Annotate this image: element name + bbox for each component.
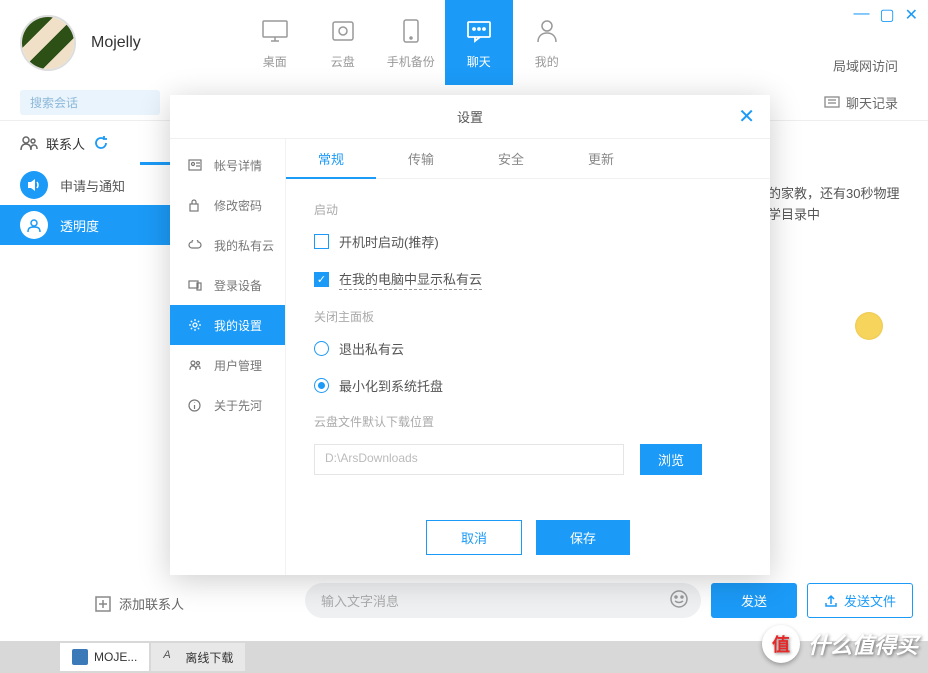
startup-section-label: 启动: [314, 201, 742, 218]
settings-modal: 设置 ✕ 帐号详情 修改密码 我的私有云 登录设备 我的设置 用户管理 关于先河…: [170, 95, 770, 575]
modal-tab-general[interactable]: 常规: [286, 139, 376, 178]
download-loc-section-label: 云盘文件默认下载位置: [314, 413, 742, 430]
modal-content: 启动 开机时启动(推荐) 在我的电脑中显示私有云 关闭主面板 退出私有云: [286, 179, 770, 493]
exit-cloud-radio[interactable]: [314, 341, 329, 356]
modal-header: 设置 ✕: [170, 95, 770, 139]
id-card-icon: [188, 159, 204, 171]
devices-icon: [188, 279, 204, 291]
modal-close-button[interactable]: ✕: [738, 104, 755, 129]
modal-title: 设置: [457, 107, 483, 126]
modal-overlay: 设置 ✕ 帐号详情 修改密码 我的私有云 登录设备 我的设置 用户管理 关于先河…: [0, 0, 928, 673]
modal-side-about[interactable]: 关于先河: [170, 385, 285, 425]
show-cloud-checkbox[interactable]: [314, 272, 329, 287]
modal-main: 常规 传输 安全 更新 启动 开机时启动(推荐) 在我的电脑中显示私有云 关: [286, 139, 770, 575]
modal-side-password[interactable]: 修改密码: [170, 185, 285, 225]
lock-icon: [188, 198, 204, 212]
exit-cloud-radio-row[interactable]: 退出私有云: [314, 339, 742, 358]
close-panel-section-label: 关闭主面板: [314, 308, 742, 325]
modal-tab-update[interactable]: 更新: [556, 139, 646, 178]
modal-tab-security[interactable]: 安全: [466, 139, 556, 178]
modal-side-devices[interactable]: 登录设备: [170, 265, 285, 305]
download-path-input[interactable]: D:\ArsDownloads: [314, 444, 624, 475]
minimize-tray-radio-row[interactable]: 最小化到系统托盘: [314, 376, 742, 395]
cloud-small-icon: [188, 240, 204, 250]
modal-sidebar: 帐号详情 修改密码 我的私有云 登录设备 我的设置 用户管理 关于先河: [170, 139, 286, 575]
startup-checkbox[interactable]: [314, 234, 329, 249]
modal-side-cloud[interactable]: 我的私有云: [170, 225, 285, 265]
cancel-button[interactable]: 取消: [426, 520, 522, 555]
gear-icon: [188, 318, 204, 332]
modal-side-users[interactable]: 用户管理: [170, 345, 285, 385]
modal-side-account[interactable]: 帐号详情: [170, 145, 285, 185]
save-button[interactable]: 保存: [536, 520, 630, 555]
minimize-tray-radio[interactable]: [314, 378, 329, 393]
show-cloud-checkbox-row[interactable]: 在我的电脑中显示私有云: [314, 269, 742, 290]
info-icon: [188, 399, 204, 412]
startup-checkbox-row[interactable]: 开机时启动(推荐): [314, 232, 742, 251]
modal-side-settings[interactable]: 我的设置: [170, 305, 285, 345]
modal-tabs: 常规 传输 安全 更新: [286, 139, 770, 179]
modal-footer: 取消 保存: [286, 520, 770, 555]
browse-button[interactable]: 浏览: [640, 444, 702, 475]
users-icon: [188, 359, 204, 371]
modal-tab-transfer[interactable]: 传输: [376, 139, 466, 178]
